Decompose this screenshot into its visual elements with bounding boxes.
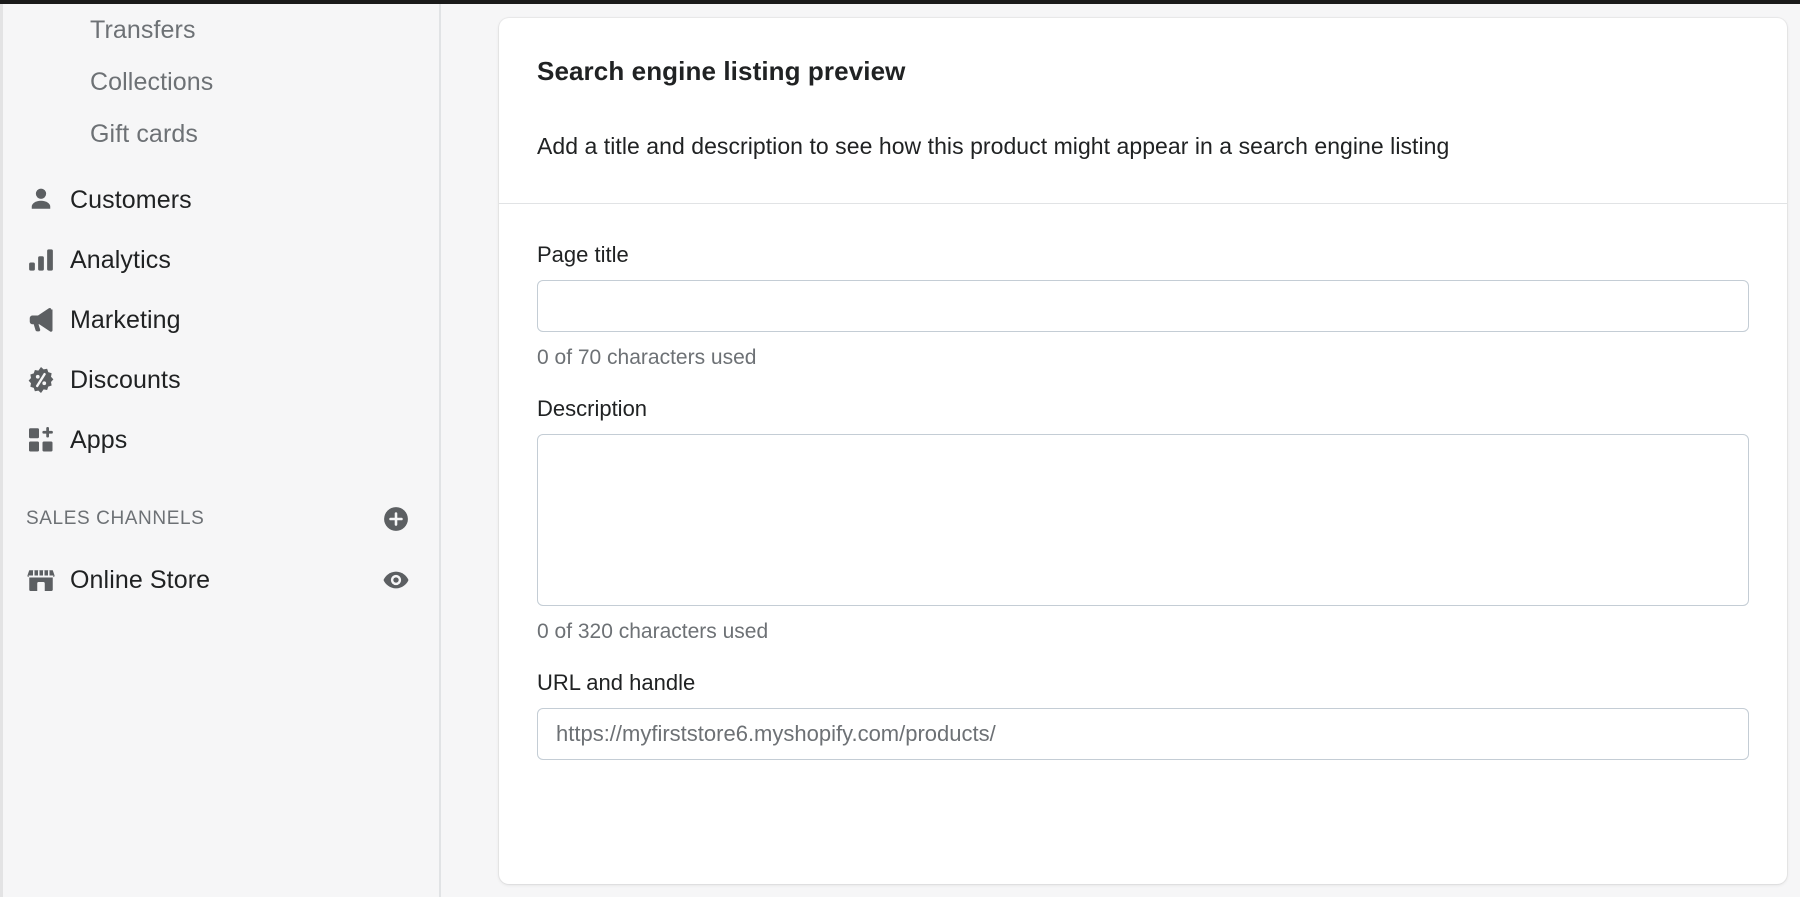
sidebar-item-label: Gift cards (90, 119, 198, 148)
sales-channels-title: SALES CHANNELS (26, 508, 205, 529)
sidebar-item-collections[interactable]: Collections (0, 56, 439, 108)
card-subtitle: Add a title and description to see how t… (537, 133, 1450, 159)
url-handle-input[interactable] (537, 708, 1749, 760)
sidebar-item-label: Marketing (70, 305, 181, 334)
window-left-edge (0, 4, 3, 897)
page-title-input[interactable] (537, 280, 1749, 332)
sidebar-item-apps[interactable]: Apps (0, 410, 439, 470)
sidebar-item-label: Customers (70, 185, 192, 214)
sales-channels-section-header: SALES CHANNELS (0, 488, 439, 550)
url-handle-field-group: URL and handle (537, 670, 1749, 760)
description-field-group: Description 0 of 320 characters used (537, 396, 1749, 644)
url-handle-label: URL and handle (537, 670, 696, 695)
card-header: Search engine listing preview Add a titl… (499, 18, 1787, 203)
page-title-character-counter: 0 of 70 characters used (537, 346, 757, 369)
app-root: Transfers Collections Gift cards Custome… (0, 0, 1800, 897)
sidebar-item-marketing[interactable]: Marketing (0, 290, 439, 350)
page-title-label: Page title (537, 242, 629, 267)
sidebar-spacer (0, 160, 439, 170)
sidebar-item-label: Transfers (90, 15, 196, 44)
sidebar-item-label: Analytics (70, 245, 171, 274)
sidebar-item-label: Online Store (70, 565, 211, 594)
page-title: Search engine listing preview (537, 56, 906, 86)
megaphone-icon (26, 305, 70, 335)
sidebar-item-label: Discounts (70, 365, 181, 394)
seo-preview-card: Search engine listing preview Add a titl… (499, 18, 1787, 884)
bar-chart-icon (26, 245, 70, 275)
sidebar-item-label: Apps (70, 425, 128, 454)
page-title-field-group: Page title 0 of 70 characters used (537, 242, 1749, 370)
sidebar-item-transfers[interactable]: Transfers (0, 4, 439, 56)
description-character-counter: 0 of 320 characters used (537, 620, 769, 643)
description-label: Description (537, 396, 648, 421)
apps-plus-icon (26, 425, 70, 455)
sidebar-item-analytics[interactable]: Analytics (0, 230, 439, 290)
card-body: Page title 0 of 70 characters used Descr… (499, 204, 1787, 760)
sidebar-item-discounts[interactable]: Discounts (0, 350, 439, 410)
storefront-icon (26, 565, 70, 595)
window-top-edge (0, 0, 1800, 4)
sidebar-nav-list: Transfers Collections Gift cards Custome… (0, 4, 439, 470)
discount-badge-icon (26, 365, 70, 395)
sidebar-item-online-store[interactable]: Online Store (0, 550, 439, 610)
sidebar: Transfers Collections Gift cards Custome… (0, 0, 441, 897)
description-textarea[interactable] (537, 434, 1749, 606)
sidebar-item-gift-cards[interactable]: Gift cards (0, 108, 439, 160)
person-icon (26, 185, 70, 215)
eye-icon[interactable] (381, 565, 411, 595)
sidebar-item-label: Collections (90, 67, 214, 96)
plus-circle-icon[interactable] (381, 504, 411, 534)
sidebar-item-customers[interactable]: Customers (0, 170, 439, 230)
main-content: Search engine listing preview Add a titl… (441, 0, 1800, 897)
